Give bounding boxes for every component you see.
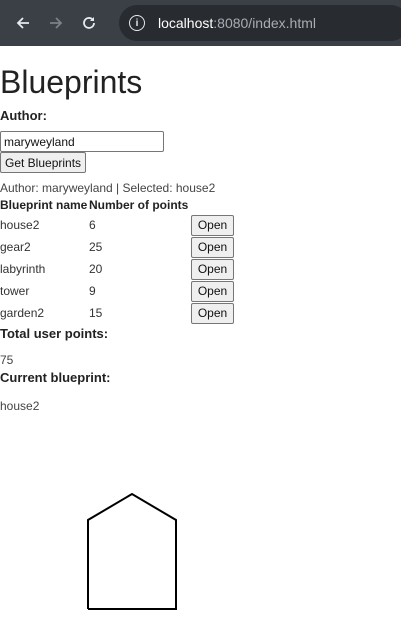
column-header-name: Blueprint name [0,198,88,212]
table-row: tower 9 Open [0,280,234,302]
open-button[interactable]: Open [191,258,234,280]
column-header-points: Number of points [89,198,189,212]
table-row: labyrinth 20 Open [0,258,234,280]
reload-icon[interactable] [77,11,101,35]
blueprint-name: labyrinth [0,262,46,276]
blueprint-name: gear2 [0,240,31,254]
blueprint-points: 25 [89,240,103,254]
page-title: Blueprints [0,64,143,100]
table-row: garden2 15 Open [0,302,234,324]
address-bar[interactable]: i localhost:8080/index.html [119,5,401,41]
table-row: gear2 25 Open [0,236,234,258]
get-blueprints-button[interactable]: Get Blueprints [0,152,87,173]
total-points-value: 75 [0,353,14,367]
blueprint-points: 20 [89,262,103,276]
open-button[interactable]: Open [191,302,234,324]
blueprints-table: Blueprint name Number of points house2 6… [0,196,234,324]
open-button[interactable]: Open [191,236,234,258]
browser-toolbar: i localhost:8080/index.html [0,0,401,46]
open-button[interactable]: Open [191,280,234,302]
blueprint-points: 9 [89,284,96,298]
table-row: house2 6 Open [0,214,234,236]
author-input[interactable] [0,131,164,152]
blueprint-canvas [87,492,177,610]
blueprint-name: garden2 [0,306,45,320]
blueprint-name: tower [0,284,30,298]
back-icon[interactable] [11,11,35,35]
current-blueprint-label: Current blueprint: [0,370,111,385]
open-button[interactable]: Open [191,214,234,236]
blueprint-name: house2 [0,218,40,232]
url-text: localhost:8080/index.html [158,15,316,31]
table-header-row: Blueprint name Number of points [0,196,234,214]
blueprint-points: 6 [89,218,96,232]
forward-icon[interactable] [44,11,68,35]
blueprint-drawing [87,492,177,610]
current-blueprint-value: house2 [0,399,40,413]
blueprint-points: 15 [89,306,103,320]
info-icon[interactable]: i [129,15,145,31]
total-points-label: Total user points: [0,326,109,341]
author-label: Author: [0,108,47,123]
status-text: Author: maryweyland | Selected: house2 [0,181,216,195]
